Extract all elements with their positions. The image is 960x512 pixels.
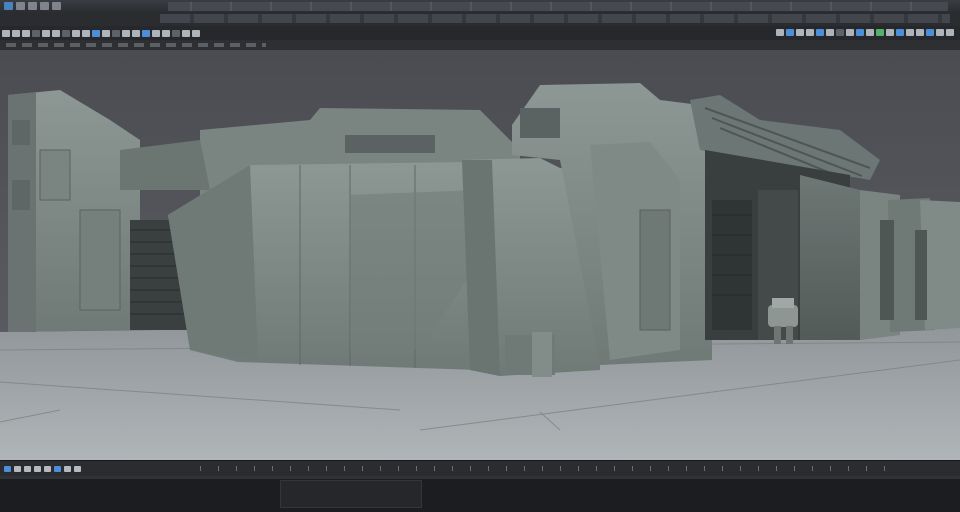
grid-toggle-icon[interactable] bbox=[906, 29, 914, 36]
display-icon[interactable] bbox=[896, 29, 904, 36]
tab-strip[interactable] bbox=[160, 14, 950, 23]
shading-icon[interactable] bbox=[806, 29, 814, 36]
file-icon[interactable] bbox=[16, 2, 25, 10]
view-persp-icon[interactable] bbox=[776, 29, 784, 36]
layout-icon[interactable] bbox=[946, 29, 954, 36]
render-tool-icon[interactable] bbox=[102, 29, 110, 37]
grid-tool-icon[interactable] bbox=[52, 29, 60, 37]
light-tool-icon[interactable] bbox=[82, 29, 90, 37]
loop-icon[interactable] bbox=[54, 465, 61, 472]
modeling-app bbox=[0, 0, 960, 512]
lighting-icon[interactable] bbox=[846, 29, 854, 36]
tool-icon[interactable] bbox=[132, 29, 140, 37]
edit-icon[interactable] bbox=[28, 2, 37, 10]
title-strip bbox=[168, 1, 948, 11]
toolbar-left bbox=[2, 29, 200, 37]
panel-icon[interactable] bbox=[936, 29, 944, 36]
snap-tool-icon[interactable] bbox=[42, 29, 50, 37]
key-icon[interactable] bbox=[24, 465, 31, 472]
tool-icon[interactable] bbox=[142, 29, 150, 37]
right-columns bbox=[800, 175, 860, 340]
toolbar-right bbox=[776, 29, 954, 36]
scene-render bbox=[0, 83, 960, 460]
frame-icon[interactable] bbox=[876, 29, 884, 36]
tab-bar bbox=[0, 12, 960, 27]
material-icon[interactable] bbox=[826, 29, 834, 36]
layer-tool-icon[interactable] bbox=[62, 29, 70, 37]
viewport-menu[interactable] bbox=[6, 43, 266, 47]
view-front-icon[interactable] bbox=[796, 29, 804, 36]
window-icon[interactable] bbox=[52, 2, 61, 10]
forward-icon[interactable] bbox=[44, 465, 51, 472]
tool-icon[interactable] bbox=[172, 29, 180, 37]
timeline-track[interactable] bbox=[200, 466, 900, 471]
3d-viewport[interactable] bbox=[0, 50, 960, 460]
tl-tool-icon[interactable] bbox=[74, 465, 81, 472]
play-icon[interactable] bbox=[4, 465, 11, 472]
toolbar bbox=[0, 26, 960, 40]
camera-icon[interactable] bbox=[916, 29, 924, 36]
isolate-icon[interactable] bbox=[866, 29, 874, 36]
mesh-tool-icon[interactable] bbox=[92, 29, 100, 37]
shadow-icon[interactable] bbox=[856, 29, 864, 36]
app-icon[interactable] bbox=[4, 2, 13, 10]
tool-icon[interactable] bbox=[152, 29, 160, 37]
status-bar bbox=[0, 476, 960, 512]
viewport-header bbox=[0, 40, 960, 50]
timeline-bar bbox=[0, 460, 960, 476]
move-tool-icon[interactable] bbox=[12, 29, 20, 37]
scale-tool-icon[interactable] bbox=[32, 29, 40, 37]
tool-icon[interactable] bbox=[182, 29, 190, 37]
tl-tool-icon[interactable] bbox=[64, 465, 71, 472]
stop-icon[interactable] bbox=[14, 465, 21, 472]
status-divider bbox=[0, 476, 960, 479]
rewind-icon[interactable] bbox=[34, 465, 41, 472]
view-top-icon[interactable] bbox=[786, 29, 794, 36]
render-icon[interactable] bbox=[926, 29, 934, 36]
view-icon[interactable] bbox=[40, 2, 49, 10]
settings-tool-icon[interactable] bbox=[112, 29, 120, 37]
tool-icon[interactable] bbox=[162, 29, 170, 37]
status-panel bbox=[280, 480, 422, 508]
camera-tool-icon[interactable] bbox=[72, 29, 80, 37]
hud-icon[interactable] bbox=[886, 29, 894, 36]
wireframe-icon[interactable] bbox=[816, 29, 824, 36]
tool-icon[interactable] bbox=[192, 29, 200, 37]
menu-bar bbox=[0, 0, 960, 12]
texture-icon[interactable] bbox=[836, 29, 844, 36]
rotate-tool-icon[interactable] bbox=[22, 29, 30, 37]
select-tool-icon[interactable] bbox=[2, 29, 10, 37]
tool-icon[interactable] bbox=[122, 29, 130, 37]
